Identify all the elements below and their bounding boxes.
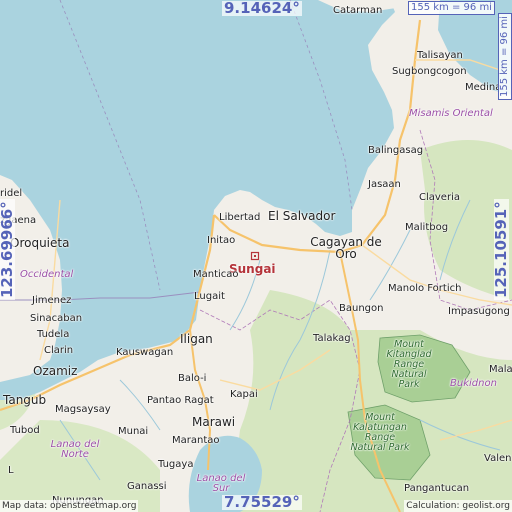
region-label: Lanao del Sur: [196, 473, 246, 494]
place-label: Manticao: [193, 269, 239, 280]
place-label: Sugbongcogon: [392, 66, 467, 77]
place-label: Munai: [118, 426, 149, 437]
place-label: Balingasag: [368, 145, 424, 156]
place-label: Cagayan de Oro: [310, 235, 382, 261]
place-label: Claveria: [419, 192, 460, 203]
place-label: Lugait: [194, 291, 225, 302]
place-label: Jasaan: [368, 179, 401, 190]
place-label: Kauswagan: [116, 347, 174, 358]
place-label: Ozamiz: [33, 364, 78, 378]
coord-top: 9.14624°: [222, 0, 302, 17]
place-label: Impasugong: [448, 306, 510, 317]
place-label: ridel: [0, 188, 23, 199]
place-label: Iligan: [180, 332, 213, 346]
place-label: Magsaysay: [55, 404, 111, 415]
place-label: El Salvador: [268, 209, 336, 223]
place-label: Libertad: [219, 212, 261, 223]
region-label: Occidental: [20, 269, 74, 280]
place-label: Pangantucan: [404, 483, 470, 494]
place-label: Talakag: [313, 333, 351, 344]
scale-bar-top: 155 km = 96 mi: [408, 1, 495, 15]
map-attribution[interactable]: Map data: openstreetmap.org: [0, 500, 139, 512]
sungai-marker-dot: [254, 255, 256, 257]
place-label: Tugaya: [158, 459, 194, 470]
place-label: Malitbog: [405, 222, 449, 233]
place-label: L: [8, 465, 14, 476]
place-label: Sinacaban: [30, 313, 83, 324]
place-label: Marawi: [192, 415, 236, 429]
coord-bottom: 7.75529°: [222, 493, 302, 511]
place-label: Initao: [207, 235, 236, 246]
region-label: Bukidnon: [450, 378, 497, 389]
park-label: Mount Kitanglad Range Natural Park: [386, 339, 432, 390]
park-label: Mount Kalatungan Range Natural Park: [350, 412, 410, 453]
place-label: Marantao: [172, 435, 220, 446]
place-label: Talisayan: [417, 50, 463, 61]
place-label: Valen: [484, 453, 512, 464]
place-label: Oroquieta: [10, 236, 70, 250]
coord-right: 125.10591°: [492, 199, 510, 300]
place-label: Tangub: [3, 393, 47, 407]
place-label: Baungon: [339, 303, 384, 314]
place-label: Balo-i: [178, 373, 207, 384]
place-label: Kapai: [230, 389, 258, 400]
place-label: Tudela: [37, 329, 70, 340]
place-label: Medina: [465, 82, 502, 93]
region-label: Lanao del Norte: [50, 439, 100, 460]
place-label: Jimenez: [32, 295, 72, 306]
place-label: Tubod: [10, 425, 40, 436]
place-label: Mala: [489, 364, 512, 375]
coord-left: 123.69966°: [0, 199, 16, 300]
place-label: Clarin: [44, 345, 74, 356]
place-label: Ganassi: [127, 481, 167, 492]
scale-bar-right: 155 km = 96 mi: [498, 13, 512, 100]
region-label: Misamis Oriental: [409, 108, 493, 119]
place-label: Pantao Ragat: [147, 395, 214, 406]
calculation-credit[interactable]: Calculation: geolist.org: [404, 500, 512, 512]
place-label: Manolo Fortich: [388, 283, 462, 294]
place-label: Catarman: [333, 5, 383, 16]
